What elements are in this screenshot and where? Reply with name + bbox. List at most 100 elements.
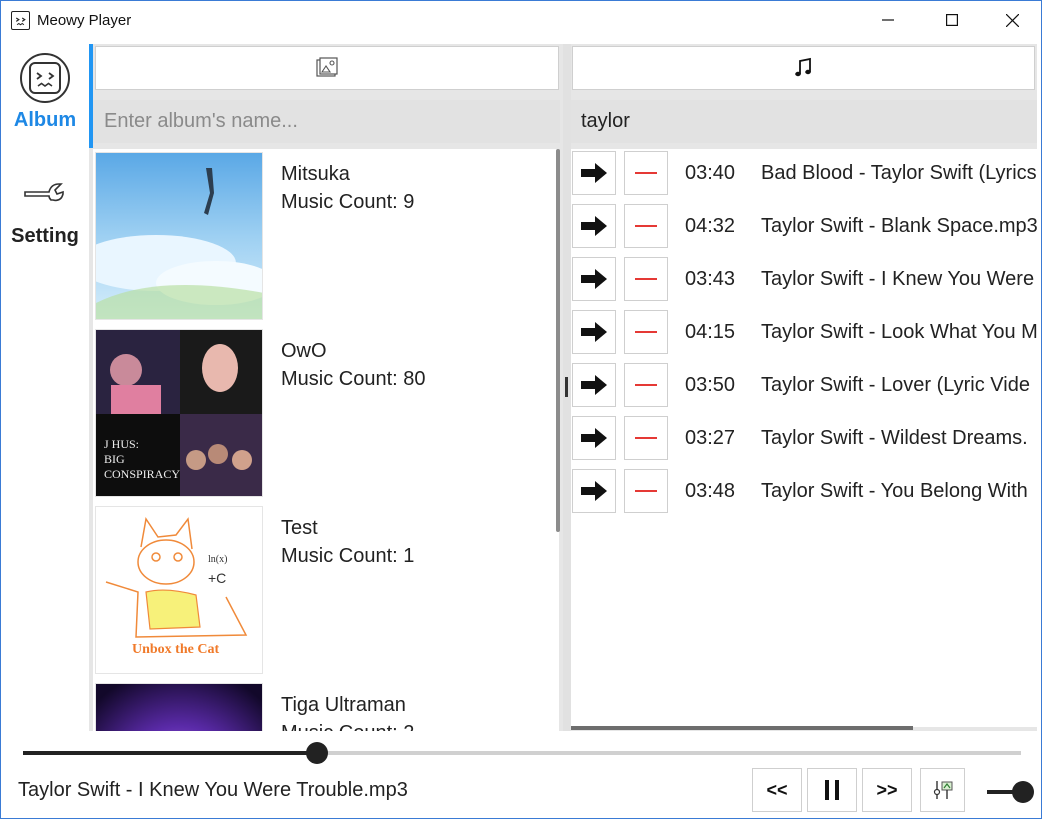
album-music-count: Music Count: 9 — [281, 191, 415, 213]
list-item[interactable]: J HUS: BIG CONSPIRACY OwO Music Count: 8… — [93, 326, 559, 497]
list-item[interactable]: ln(x) +C Unbox the Cat Test Music Count:… — [93, 503, 559, 674]
album-name: Mitsuka — [281, 163, 350, 185]
progress-thumb[interactable] — [306, 742, 329, 764]
song-duration: 03:43 — [685, 268, 736, 290]
album-list: Mitsuka Music Count: 9 J HUS: BIG CONSPI… — [93, 149, 559, 731]
song-row: 03:48 Taylor Swift - You Belong With — [571, 467, 1037, 520]
minus-icon — [635, 437, 657, 439]
arrow-right-icon — [581, 428, 607, 448]
song-title: Taylor Swift - Lover (Lyric Vide — [761, 374, 1030, 396]
progress-fill — [23, 751, 318, 755]
album-cover: ln(x) +C Unbox the Cat — [95, 506, 263, 674]
song-row: 03:27 Taylor Swift - Wildest Dreams. — [571, 414, 1037, 467]
album-cover: J HUS: BIG CONSPIRACY — [95, 329, 263, 497]
arrow-right-icon — [581, 216, 607, 236]
song-title: Taylor Swift - Blank Space.mp3 — [761, 215, 1037, 237]
list-item[interactable]: Mitsuka Music Count: 9 — [93, 149, 559, 320]
play-song-button[interactable] — [572, 151, 616, 195]
minimize-button[interactable] — [859, 1, 917, 39]
album-name: OwO — [281, 340, 327, 362]
tab-music[interactable] — [572, 46, 1035, 90]
song-title: Taylor Swift - Wildest Dreams. — [761, 427, 1028, 449]
song-row: 04:32 Taylor Swift - Blank Space.mp3 — [571, 202, 1037, 255]
svg-text:CONSPIRACY: CONSPIRACY — [104, 467, 180, 481]
equalizer-icon — [933, 781, 952, 799]
sidebar-item-label: Setting — [11, 225, 79, 247]
minus-icon — [635, 490, 657, 492]
album-music-count: Music Count: 80 — [281, 368, 426, 390]
song-duration: 03:27 — [685, 427, 736, 449]
song-title: Taylor Swift - You Belong With — [761, 480, 1028, 502]
arrow-right-icon — [581, 163, 607, 183]
song-list-horizontal-scrollbar[interactable] — [571, 726, 913, 730]
play-song-button[interactable] — [572, 310, 616, 354]
song-title: Taylor Swift - Look What You M — [761, 321, 1037, 343]
remove-song-button[interactable] — [624, 151, 668, 195]
remove-song-button[interactable] — [624, 204, 668, 248]
sidebar: Album Setting — [1, 39, 89, 731]
svg-text:+C: +C — [208, 570, 226, 586]
arrow-right-icon — [581, 269, 607, 289]
remove-song-button[interactable] — [624, 416, 668, 460]
album-music-count: Music Count: 2 — [281, 722, 414, 731]
album-name: Tiga Ultraman — [281, 694, 406, 716]
minimize-icon — [882, 19, 894, 21]
remove-song-button[interactable] — [624, 310, 668, 354]
play-song-button[interactable] — [572, 416, 616, 460]
panel-splitter[interactable] — [563, 44, 571, 731]
music-search-input[interactable] — [571, 100, 1037, 143]
remove-song-button[interactable] — [624, 257, 668, 301]
album-cover — [95, 683, 263, 731]
now-playing-title: Taylor Swift - I Knew You Were Trouble.m… — [18, 779, 408, 801]
splitter-grip[interactable] — [565, 377, 568, 397]
minus-icon — [635, 331, 657, 333]
song-duration: 03:48 — [685, 480, 736, 502]
window-title: Meowy Player — [37, 12, 132, 29]
sidebar-item-album[interactable]: Album — [1, 53, 89, 143]
volume-thumb[interactable] — [1012, 781, 1034, 803]
album-name: Test — [281, 517, 318, 539]
music-note-icon — [794, 57, 811, 77]
arrow-right-icon — [581, 481, 607, 501]
song-duration: 03:40 — [685, 162, 736, 184]
album-cat-icon — [20, 53, 70, 103]
song-row: 03:40 Bad Blood - Taylor Swift (Lyrics — [571, 149, 1037, 202]
song-row: 03:43 Taylor Swift - I Knew You Were — [571, 255, 1037, 308]
play-song-button[interactable] — [572, 363, 616, 407]
close-button[interactable] — [983, 1, 1041, 39]
remove-song-button[interactable] — [624, 363, 668, 407]
next-button[interactable]: >> — [862, 768, 912, 812]
sidebar-item-setting[interactable]: Setting — [1, 169, 89, 259]
equalizer-button[interactable] — [920, 768, 965, 812]
minus-icon — [635, 225, 657, 227]
play-song-button[interactable] — [572, 204, 616, 248]
cat-face-icon — [11, 11, 30, 30]
album-list-scrollbar[interactable] — [556, 149, 560, 532]
arrow-right-icon — [581, 322, 607, 342]
list-item[interactable]: Tiga Ultraman Music Count: 2 — [93, 680, 559, 731]
album-search-input[interactable] — [93, 100, 560, 143]
play-song-button[interactable] — [572, 469, 616, 513]
remove-song-button[interactable] — [624, 469, 668, 513]
sidebar-item-label: Album — [13, 109, 77, 131]
image-icon — [316, 57, 338, 77]
previous-button[interactable]: << — [752, 768, 802, 812]
title-bar[interactable]: Meowy Player — [1, 1, 1041, 39]
app-window: Meowy Player Album Setting Enter album's… — [0, 0, 1042, 819]
tab-albums[interactable] — [95, 46, 559, 90]
pause-button[interactable] — [807, 768, 857, 812]
play-song-button[interactable] — [572, 257, 616, 301]
svg-text:ln(x): ln(x) — [208, 554, 227, 565]
song-duration: 03:50 — [685, 374, 736, 396]
minus-icon — [635, 278, 657, 280]
svg-text:J HUS:: J HUS: — [104, 437, 139, 451]
song-duration: 04:32 — [685, 215, 736, 237]
pause-icon — [825, 780, 839, 800]
song-duration: 04:15 — [685, 321, 736, 343]
maximize-button[interactable] — [923, 1, 981, 39]
volume-slider[interactable] — [987, 781, 1034, 803]
maximize-icon — [946, 14, 958, 26]
progress-slider[interactable] — [23, 742, 1021, 764]
close-icon — [1005, 13, 1019, 27]
song-list: 03:40 Bad Blood - Taylor Swift (Lyrics 0… — [571, 149, 1037, 727]
